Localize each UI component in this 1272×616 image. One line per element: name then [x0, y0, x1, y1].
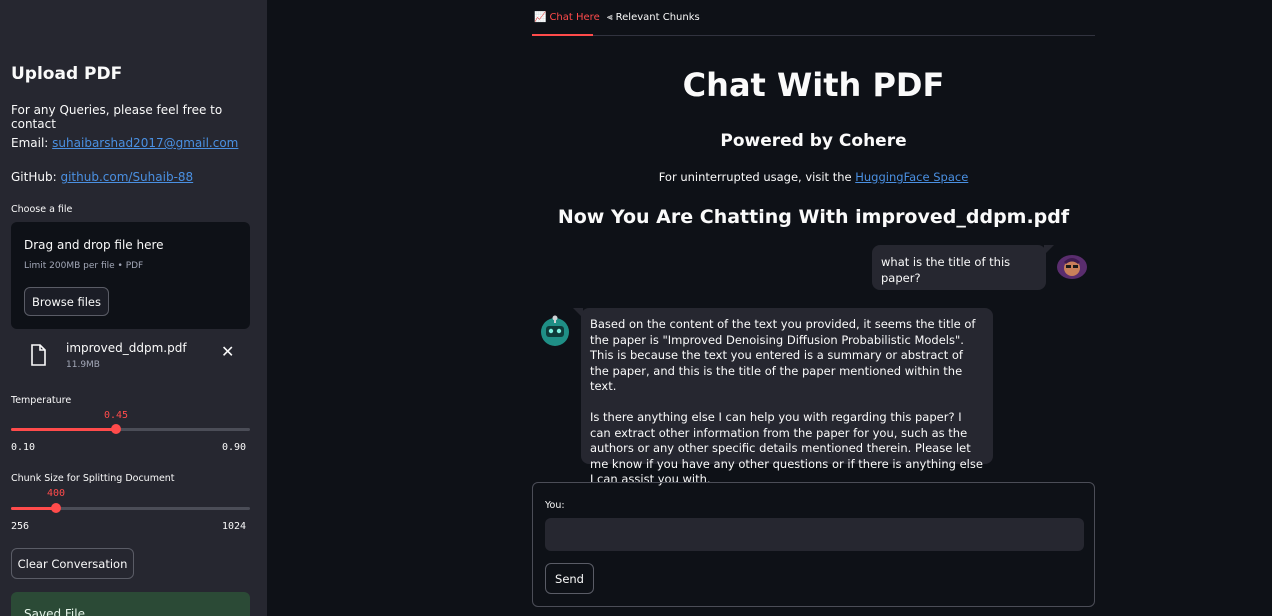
file-dropzone[interactable]: Drag and drop file here Limit 200MB per … [11, 222, 250, 329]
dropzone-title: Drag and drop file here [24, 238, 164, 252]
main-content: 📈 Chat Here ⫷ Relevant Chunks Chat With PD… [532, 0, 1095, 616]
temperature-max: 0.90 [222, 442, 247, 453]
tab-relevant-chunks[interactable]: ⫷ Relevant Chunks [607, 12, 700, 23]
page-subtitle: Powered by Cohere [720, 131, 907, 151]
chunk-size-min: 256 [11, 521, 30, 532]
dropzone-limit: Limit 200MB per file • PDF [24, 261, 144, 271]
remove-file-icon[interactable]: ✕ [221, 342, 234, 361]
temperature-min: 0.10 [11, 442, 36, 453]
saved-file-text: Saved File [24, 607, 85, 616]
email-link[interactable]: suhaibarshad2017@gmail.com [52, 136, 238, 150]
huggingface-link[interactable]: HuggingFace Space [855, 170, 968, 184]
visit-line: For uninterrupted usage, visit the Huggi… [532, 170, 1095, 184]
clear-conversation-button[interactable]: Clear Conversation [11, 548, 134, 579]
chunk-size-max: 1024 [222, 521, 247, 532]
tab-relevant-chunks-label: Relevant Chunks [615, 12, 700, 23]
chunk-size-value: 400 [47, 488, 66, 499]
bot-avatar-icon [541, 315, 569, 346]
user-message: what is the title of this paper? [872, 245, 1054, 290]
temperature-value: 0.45 [104, 410, 129, 421]
email-line: Email: suhaibarshad2017@gmail.com [11, 136, 238, 150]
chart-icon: 📈 [534, 12, 547, 23]
uploaded-file: improved_ddpm.pdf 11.9MB ✕ [28, 340, 250, 374]
temperature-fill [11, 428, 116, 431]
browse-files-button[interactable]: Browse files [24, 287, 109, 316]
tab-chat-here-label: Chat Here [549, 12, 600, 23]
chunk-size-slider[interactable] [11, 503, 250, 513]
github-label: GitHub: [11, 170, 57, 184]
contact-text: For any Queries, please feel free to con… [11, 103, 223, 131]
saved-file-alert: Saved File [11, 592, 250, 616]
email-label: Email: [11, 136, 49, 150]
temperature-label: Temperature [11, 395, 72, 406]
stack-icon: ⫷ [607, 12, 613, 23]
file-size: 11.9MB [66, 360, 100, 370]
active-tab-indicator [532, 34, 593, 36]
chat-input-label: You: [545, 500, 565, 511]
temperature-slider[interactable] [11, 424, 250, 434]
chatting-with-heading: Now You Are Chatting With improved_ddpm.… [557, 206, 1070, 228]
visit-text: For uninterrupted usage, visit the [658, 170, 856, 184]
temperature-thumb[interactable] [111, 424, 121, 434]
chunk-size-fill [11, 507, 56, 510]
bot-message: Based on the content of the text you pro… [573, 308, 993, 486]
file-icon [31, 344, 46, 366]
sidebar-title: Upload PDF [11, 64, 123, 84]
chat-form: You: Send [532, 482, 1095, 607]
chunk-size-label: Chunk Size for Splitting Document [11, 473, 175, 484]
send-button[interactable]: Send [545, 563, 594, 594]
chunk-size-thumb[interactable] [51, 503, 61, 513]
github-line: GitHub: github.com/Suhaib-88 [11, 170, 193, 184]
tab-chat-here[interactable]: 📈 Chat Here [534, 12, 600, 23]
tab-bar: 📈 Chat Here ⫷ Relevant Chunks [532, 0, 1095, 36]
sidebar: Upload PDF For any Queries, please feel … [0, 0, 267, 616]
user-avatar-icon [1057, 255, 1087, 279]
chat-input[interactable] [545, 518, 1084, 551]
uploader-label: Choose a file [11, 204, 73, 215]
file-name: improved_ddpm.pdf [66, 341, 187, 355]
github-link[interactable]: github.com/Suhaib-88 [60, 170, 193, 184]
page-title: Chat With PDF [682, 66, 945, 104]
